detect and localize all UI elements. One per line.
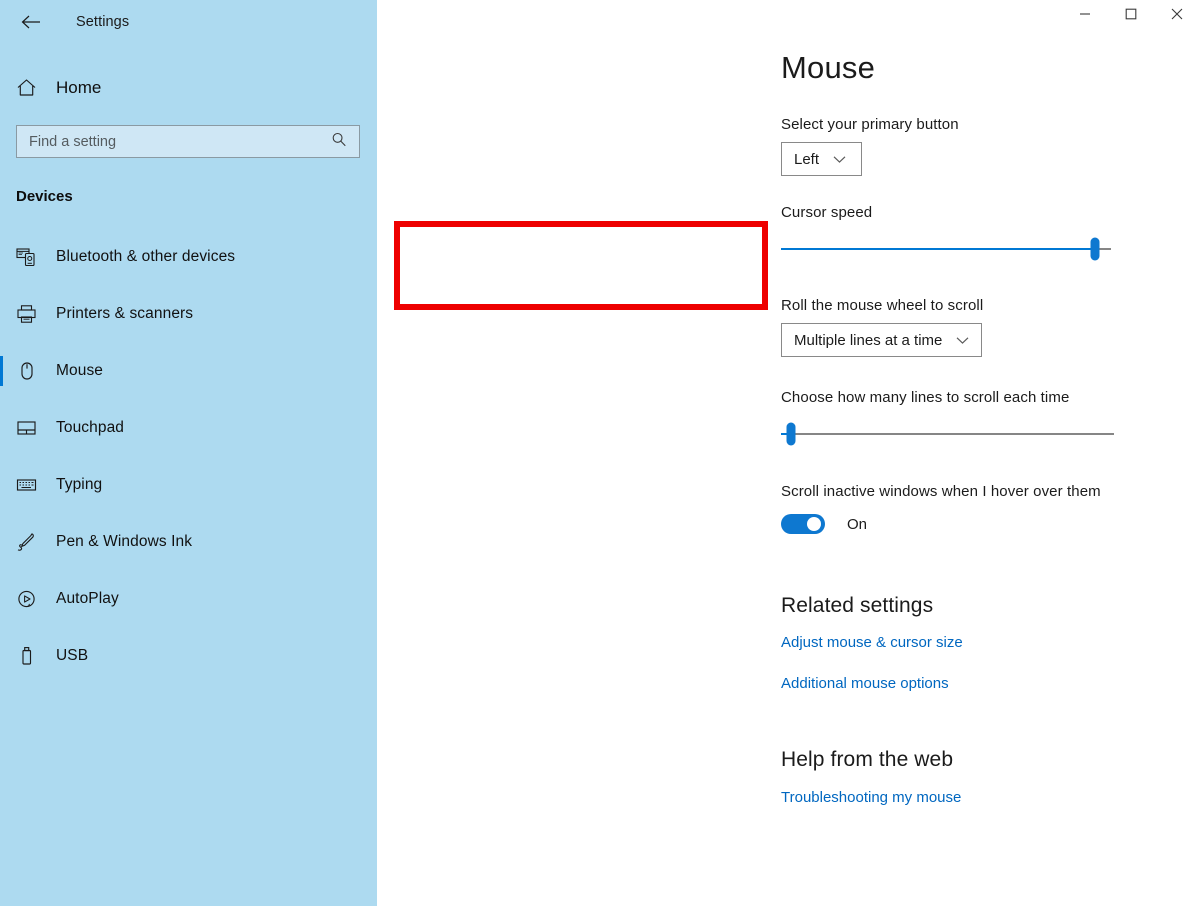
- sidebar-item-printers-scanners[interactable]: Printers & scanners: [0, 285, 377, 342]
- cursor-speed-section: Cursor speed: [781, 204, 1111, 261]
- sidebar-item-label: Printers & scanners: [56, 304, 194, 322]
- sidebar-item-label-home: Home: [56, 78, 102, 97]
- close-button[interactable]: [1154, 0, 1200, 32]
- lines-to-scroll-section: Choose how many lines to scroll each tim…: [781, 389, 1114, 446]
- slider-thumb[interactable]: [786, 422, 796, 446]
- wheel-scroll-value: Multiple lines at a time: [794, 331, 943, 349]
- mouse-icon: [16, 361, 50, 381]
- settings-window: Settings Home Devices: [0, 0, 1200, 906]
- autoplay-icon: [16, 589, 50, 609]
- back-button[interactable]: [14, 7, 48, 37]
- related-link-adjust-mouse-cursor-size[interactable]: Adjust mouse & cursor size: [781, 634, 963, 651]
- cursor-speed-label: Cursor speed: [781, 204, 873, 221]
- sidebar-item-mouse[interactable]: Mouse: [0, 342, 377, 399]
- lines-to-scroll-label: Choose how many lines to scroll each tim…: [781, 389, 1070, 406]
- close-icon: [1171, 7, 1183, 25]
- search-icon[interactable]: [331, 131, 347, 152]
- selection-indicator: [0, 356, 3, 386]
- sidebar-item-typing[interactable]: Typing: [0, 456, 377, 513]
- home-icon: [16, 78, 50, 98]
- primary-button-dropdown[interactable]: Left: [781, 142, 862, 176]
- lines-to-scroll-slider[interactable]: [781, 422, 1114, 446]
- sidebar-item-label: Mouse: [56, 361, 104, 379]
- slider-thumb[interactable]: [1090, 237, 1099, 261]
- sidebar-item-touchpad[interactable]: Touchpad: [0, 399, 377, 456]
- pen-icon: [16, 532, 50, 552]
- help-link-troubleshooting-my-mouse[interactable]: Troubleshooting my mouse: [781, 789, 961, 806]
- sidebar-nav: Bluetooth & other devices Printers & sca…: [0, 228, 377, 684]
- wheel-scroll-label: Roll the mouse wheel to scroll: [781, 297, 984, 314]
- chevron-down-icon: [833, 155, 846, 164]
- arrow-left-icon: [20, 14, 42, 30]
- maximize-icon: [1125, 7, 1137, 25]
- sidebar-item-home[interactable]: Home: [0, 68, 377, 108]
- touchpad-icon: [16, 418, 50, 438]
- sidebar-item-bluetooth-other-devices[interactable]: Bluetooth & other devices: [0, 228, 377, 285]
- related-link-additional-mouse-options[interactable]: Additional mouse options: [781, 675, 949, 692]
- inactive-scroll-section: Scroll inactive windows when I hover ove…: [781, 483, 1200, 534]
- printer-icon: [16, 304, 50, 324]
- related-settings-section: Related settings Adjust mouse & cursor s…: [781, 594, 1200, 693]
- page-title: Mouse: [781, 50, 876, 85]
- wheel-scroll-dropdown[interactable]: Multiple lines at a time: [781, 323, 983, 357]
- slider-fill: [781, 248, 1095, 250]
- inactive-scroll-state: On: [847, 515, 868, 533]
- sidebar-item-label: Pen & Windows Ink: [56, 532, 193, 550]
- inactive-scroll-toggle[interactable]: [781, 514, 825, 534]
- maximize-button[interactable]: [1108, 0, 1154, 32]
- app-title: Settings: [76, 14, 130, 30]
- primary-button-value: Left: [794, 150, 820, 168]
- chevron-down-icon: [956, 336, 969, 345]
- window-controls: [1062, 0, 1200, 32]
- settings-content: Mouse Select your primary button Left Cu…: [377, 0, 1200, 807]
- toggle-knob: [807, 517, 821, 531]
- cursor-speed-slider[interactable]: [781, 237, 1111, 261]
- minimize-icon: [1079, 7, 1091, 25]
- help-web-section: Help from the web Troubleshooting my mou…: [781, 748, 1200, 807]
- sidebar-item-label: USB: [56, 646, 89, 664]
- search-box[interactable]: [16, 125, 360, 158]
- related-settings-title: Related settings: [781, 594, 934, 617]
- sidebar-item-label: Typing: [56, 475, 103, 493]
- inactive-scroll-label: Scroll inactive windows when I hover ove…: [781, 483, 1101, 500]
- slider-track: [781, 433, 1114, 435]
- sidebar-item-autoplay[interactable]: AutoPlay: [0, 570, 377, 627]
- sidebar-item-label: Touchpad: [56, 418, 125, 436]
- sidebar-item-usb[interactable]: USB: [0, 627, 377, 684]
- devices-icon: [16, 247, 50, 267]
- search-input[interactable]: [17, 126, 359, 157]
- titlebar-left: Settings: [0, 0, 377, 44]
- usb-icon: [16, 646, 50, 666]
- help-web-title: Help from the web: [781, 748, 954, 771]
- primary-button-label: Select your primary button: [781, 116, 959, 133]
- sidebar: Settings Home Devices: [0, 0, 377, 906]
- main-content: Mouse Select your primary button Left Cu…: [377, 0, 1200, 906]
- minimize-button[interactable]: [1062, 0, 1108, 32]
- sidebar-item-label: AutoPlay: [56, 589, 119, 607]
- sidebar-item-label: Bluetooth & other devices: [56, 247, 236, 265]
- sidebar-section-title: Devices: [16, 188, 73, 205]
- keyboard-icon: [16, 475, 50, 495]
- sidebar-item-pen-windows-ink[interactable]: Pen & Windows Ink: [0, 513, 377, 570]
